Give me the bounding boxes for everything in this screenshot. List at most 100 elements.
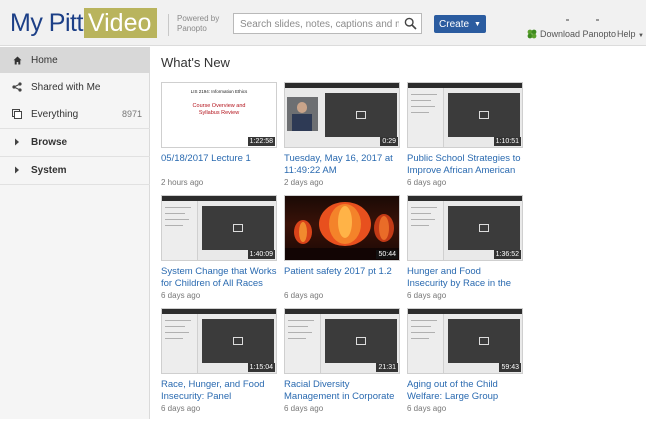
duration-badge: 1:10:51 <box>493 137 521 146</box>
duration-badge: 21:31 <box>376 363 398 372</box>
video-title-link[interactable]: 05/18/2017 Lecture 1 <box>161 153 277 177</box>
sidebar-item-label: Everything <box>31 108 79 120</box>
video-title-link[interactable]: Public School Strategies to Improve Afri… <box>407 153 523 177</box>
video-date: 6 days ago <box>407 178 447 187</box>
duration-badge: 59:43 <box>499 363 521 372</box>
video-date: 6 days ago <box>284 291 324 300</box>
video-tile[interactable]: 59:43 Aging out of the Child Welfare: La… <box>407 308 523 413</box>
caret-down-icon: ▼ <box>474 20 481 28</box>
search-icon[interactable] <box>404 17 417 30</box>
page-title: What's New <box>161 55 230 70</box>
sidebar: Home Shared with Me Everything 8971 Brow… <box>0 47 150 419</box>
presenter-video <box>287 97 318 131</box>
create-button-label: Create <box>439 18 470 30</box>
chevron-right-icon <box>11 138 23 146</box>
powered-by-brand: Panopto <box>177 24 207 33</box>
video-thumbnail[interactable]: 59:43 <box>407 308 523 374</box>
monitor-icon <box>479 111 489 119</box>
monitor-icon <box>233 337 243 345</box>
sidebar-item-label: Home <box>31 54 58 66</box>
sidebar-item-browse[interactable]: Browse <box>0 129 150 155</box>
video-thumbnail[interactable]: 1:36:52 <box>407 195 523 261</box>
monitor-icon <box>479 224 489 232</box>
slide-subtitle-text: Syllabus Review <box>198 110 240 116</box>
panopto-logo-icon <box>527 29 537 39</box>
video-date: 6 days ago <box>407 404 447 413</box>
video-title-link[interactable]: Tuesday, May 16, 2017 at 11:49:22 AM <box>284 153 400 177</box>
thumb-sidebar <box>162 201 198 260</box>
duration-badge: 1:36:52 <box>493 250 521 259</box>
duration-badge: 50:44 <box>376 250 398 259</box>
video-date: 6 days ago <box>407 291 447 300</box>
video-date: 2 days ago <box>284 178 324 187</box>
duration-badge: 1:15:04 <box>247 363 275 372</box>
powered-by-line: Powered by <box>177 14 220 23</box>
sidebar-item-label: Browse <box>31 136 68 148</box>
video-date: 6 days ago <box>284 404 324 413</box>
sidebar-item-shared-with-me[interactable]: Shared with Me <box>0 74 150 100</box>
sidebar-item-home[interactable]: Home <box>0 47 150 73</box>
video-tile[interactable]: LIS 2194: Information Ethics Course Over… <box>161 82 277 187</box>
thumb-sidebar <box>408 314 444 373</box>
help-menu[interactable]: Help ▼ <box>617 29 644 39</box>
video-date: 6 days ago <box>161 404 201 413</box>
sidebar-divider <box>0 184 150 185</box>
thumb-sidebar <box>408 88 444 147</box>
logo-mypitt-text: My Pitt <box>10 9 83 37</box>
video-thumbnail[interactable]: 1:40:09 <box>161 195 277 261</box>
app-logo[interactable]: My Pitt Video <box>10 8 158 38</box>
powered-by-label: Powered by Panopto <box>168 14 219 36</box>
video-title-link[interactable]: Aging out of the Child Welfare: Large Gr… <box>407 379 523 403</box>
user-menu-dots <box>566 19 599 21</box>
video-thumbnail[interactable]: LIS 2194: Information Ethics Course Over… <box>161 82 277 148</box>
share-icon <box>11 82 23 92</box>
video-tile[interactable]: 0:29 Tuesday, May 16, 2017 at 11:49:22 A… <box>284 82 400 187</box>
video-thumbnail[interactable]: 1:10:51 <box>407 82 523 148</box>
video-title-link[interactable]: Race, Hunger, and Food Insecurity: Panel <box>161 379 277 403</box>
monitor-icon <box>356 337 366 345</box>
video-tile[interactable]: 21:31 Racial Diversity Management in Cor… <box>284 308 400 413</box>
everything-icon <box>11 109 23 119</box>
top-header: My Pitt Video Powered by Panopto Create … <box>0 0 646 46</box>
thumb-sidebar <box>408 201 444 260</box>
video-thumbnail[interactable]: 50:44 <box>284 195 400 261</box>
monitor-icon <box>233 224 243 232</box>
slide-title-text: Course Overview and <box>192 103 246 109</box>
thumb-sidebar <box>162 314 198 373</box>
search-input[interactable] <box>234 15 399 34</box>
slide-course-text: LIS 2194: Information Ethics <box>190 89 248 94</box>
logo-video-text: Video <box>83 8 158 38</box>
create-button[interactable]: Create ▼ <box>434 15 486 33</box>
chevron-right-icon <box>11 166 23 174</box>
monitor-icon <box>479 337 489 345</box>
sidebar-item-system[interactable]: System <box>0 157 150 183</box>
everything-count: 8971 <box>121 109 142 119</box>
video-title-link[interactable]: Hunger and Food Insecurity by Race in th… <box>407 266 523 290</box>
sidebar-item-label: System <box>31 164 67 176</box>
video-title-link[interactable]: Racial Diversity Management in Corporate <box>284 379 400 403</box>
thumb-sidebar <box>285 314 321 373</box>
video-tile[interactable]: 1:15:04 Race, Hunger, and Food Insecurit… <box>161 308 277 413</box>
video-tile[interactable]: 1:10:51 Public School Strategies to Impr… <box>407 82 523 187</box>
video-thumbnail[interactable]: 1:15:04 <box>161 308 277 374</box>
video-title-link[interactable]: System Change that Works for Children of… <box>161 266 277 290</box>
download-panopto-link[interactable]: Download Panopto <box>527 29 616 39</box>
video-thumbnail[interactable]: 21:31 <box>284 308 400 374</box>
video-tile[interactable]: 1:36:52 Hunger and Food Insecurity by Ra… <box>407 195 523 300</box>
help-label: Help <box>617 29 636 39</box>
download-panopto-label: Download Panopto <box>540 29 617 39</box>
video-tile[interactable]: 1:40:09 System Change that Works for Chi… <box>161 195 277 300</box>
monitor-icon <box>356 111 366 119</box>
search-box <box>233 13 422 34</box>
caret-down-icon: ▼ <box>638 33 644 39</box>
video-title-link[interactable]: Patient safety 2017 pt 1.2 <box>284 266 400 290</box>
sidebar-item-label: Shared with Me <box>31 81 101 93</box>
sidebar-item-everything[interactable]: Everything 8971 <box>0 101 150 127</box>
video-date: 2 hours ago <box>161 178 204 187</box>
video-date: 6 days ago <box>161 291 201 300</box>
video-thumbnail[interactable]: 0:29 <box>284 82 400 148</box>
duration-badge: 1:22:58 <box>247 137 275 146</box>
home-icon <box>11 56 23 65</box>
video-tile[interactable]: 50:44 Patient safety 2017 pt 1.2 6 days … <box>284 195 400 300</box>
thumb-topbar <box>285 83 399 88</box>
